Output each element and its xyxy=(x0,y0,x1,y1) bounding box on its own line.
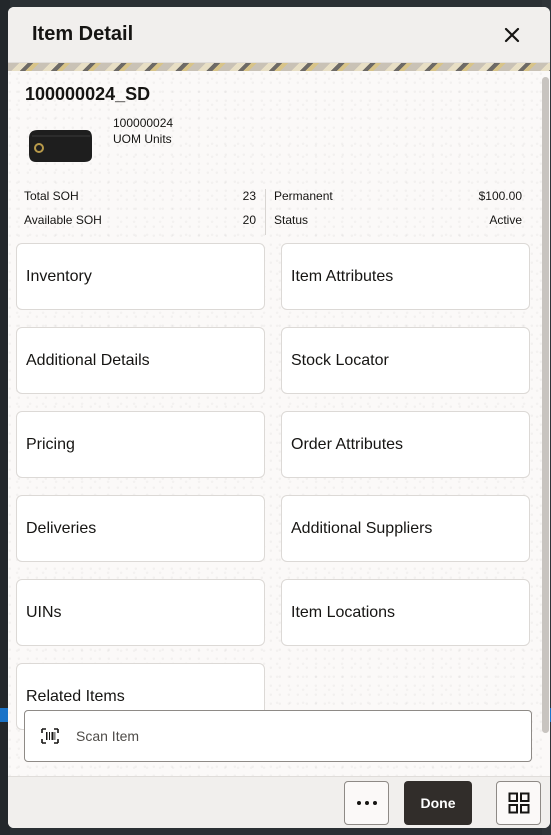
stat-label: Total SOH xyxy=(24,189,79,203)
more-actions-button[interactable] xyxy=(344,781,389,825)
tile-item-attributes[interactable]: Item Attributes xyxy=(281,243,530,310)
barcode-icon xyxy=(41,728,59,744)
tile-deliveries[interactable]: Deliveries xyxy=(16,495,265,562)
stat-label: Permanent xyxy=(274,189,333,203)
item-id: 100000024_SD xyxy=(25,84,151,104)
stats-panel: Total SOH 23 Available SOH 20 Permanent … xyxy=(24,189,522,239)
scan-item-field[interactable]: Scan Item xyxy=(24,710,532,762)
stat-value: 20 xyxy=(242,213,256,227)
dialog-title: Item Detail xyxy=(32,23,134,45)
content-scrollbar[interactable] xyxy=(542,77,549,733)
tile-order-attributes[interactable]: Order Attributes xyxy=(281,411,530,478)
tile-pricing[interactable]: Pricing xyxy=(16,411,265,478)
close-button[interactable] xyxy=(498,21,526,49)
item-number: 100000024 xyxy=(113,116,174,130)
stat-status: Status Active xyxy=(274,213,522,227)
scrollbar-thumb[interactable] xyxy=(542,77,549,733)
stat-available-soh: Available SOH 20 xyxy=(24,213,256,227)
grid-view-button[interactable] xyxy=(496,781,541,825)
dialog-footer: Done xyxy=(8,776,550,828)
stat-label: Status xyxy=(274,213,309,227)
stat-permanent: Permanent $100.00 xyxy=(274,189,522,203)
done-button[interactable]: Done xyxy=(404,781,472,825)
tile-additional-suppliers[interactable]: Additional Suppliers xyxy=(281,495,530,562)
tile-additional-details[interactable]: Additional Details xyxy=(16,327,265,394)
close-icon xyxy=(504,27,520,42)
ellipsis-icon xyxy=(356,801,377,805)
scan-item-label: Scan Item xyxy=(76,728,140,744)
tile-uins[interactable]: UINs xyxy=(16,579,265,646)
tile-inventory[interactable]: Inventory xyxy=(16,243,265,310)
stat-value: Active xyxy=(489,213,522,227)
header-pattern-strip xyxy=(8,63,550,71)
tile-stock-locator[interactable]: Stock Locator xyxy=(281,327,530,394)
grid-icon xyxy=(508,792,529,814)
stat-total-soh: Total SOH 23 xyxy=(24,189,256,203)
tile-item-locations[interactable]: Item Locations xyxy=(281,579,530,646)
stat-label: Available SOH xyxy=(24,213,102,227)
stat-value: 23 xyxy=(242,189,256,203)
item-detail-dialog: Item Detail 100000024_SD 100000024 UOM U… xyxy=(8,7,550,828)
dialog-content: 100000024_SD 100000024 UOM Units Total S… xyxy=(8,71,542,776)
item-uom: UOM Units xyxy=(113,132,172,146)
item-thumbnail xyxy=(25,119,95,173)
stats-divider xyxy=(265,189,266,235)
dialog-header: Item Detail xyxy=(8,7,550,63)
stat-value: $100.00 xyxy=(478,189,522,203)
sunglasses-case-image xyxy=(29,130,92,162)
